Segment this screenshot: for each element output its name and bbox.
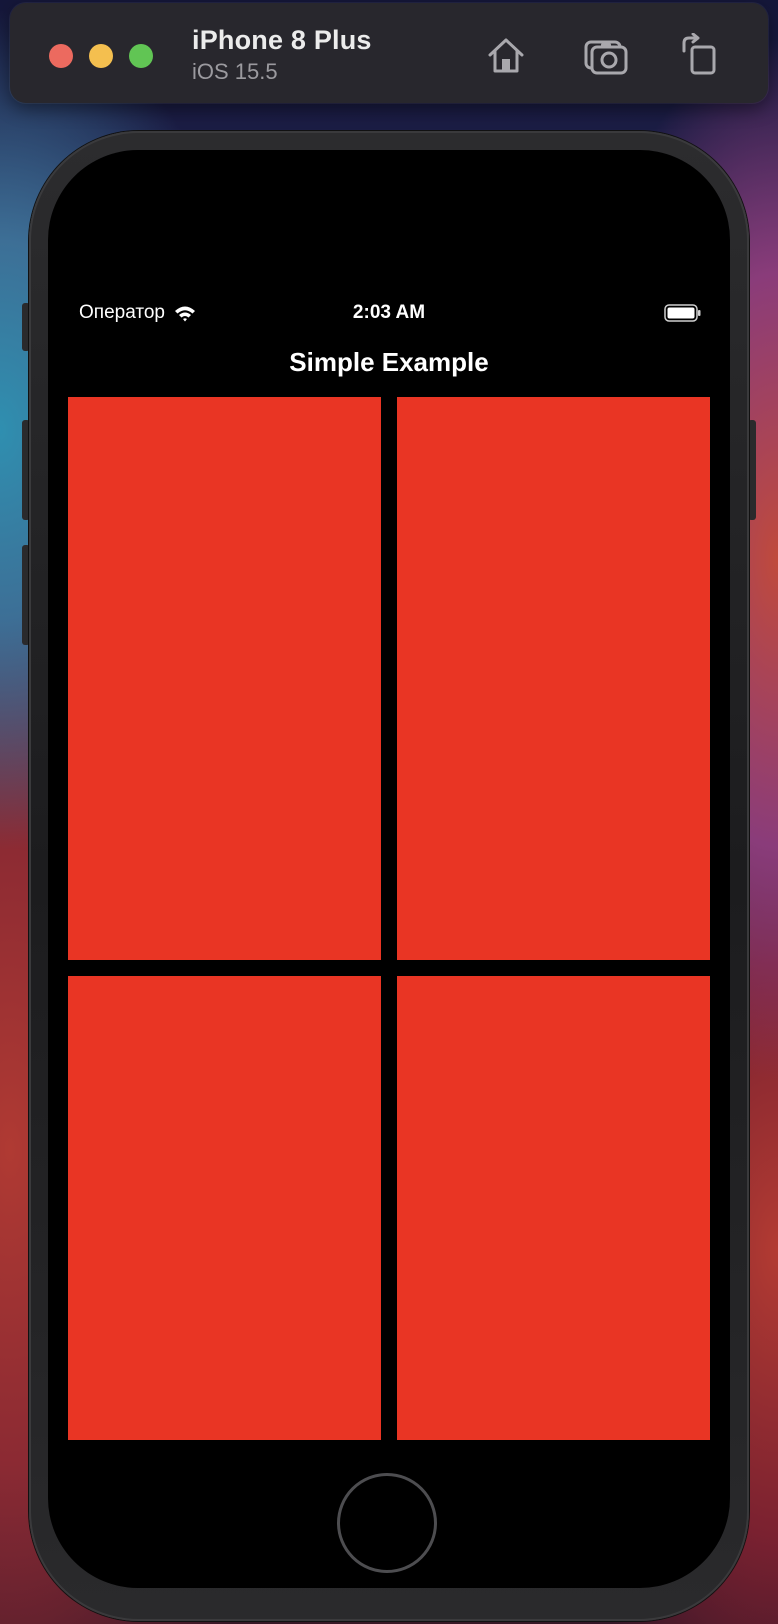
minimize-window-button[interactable] [89, 44, 113, 68]
screenshot-button[interactable] [582, 31, 630, 79]
close-window-button[interactable] [49, 44, 73, 68]
battery-icon [664, 304, 701, 322]
grid-tile-top-right[interactable] [397, 397, 710, 960]
os-version: iOS 15.5 [192, 59, 278, 84]
simulator-titlebar: iPhone 8 Plus iOS 15.5 [10, 3, 768, 103]
rotate-button[interactable] [675, 31, 723, 79]
power-button [748, 420, 756, 520]
navigation-title: Simple Example [289, 347, 489, 377]
tile-grid [68, 397, 710, 1440]
grid-tile-top-left[interactable] [68, 397, 381, 960]
status-bar-time: 2:03 AM [352, 302, 426, 323]
zoom-window-button[interactable] [129, 44, 153, 68]
home-icon [488, 38, 524, 73]
grid-tile-bottom-left[interactable] [68, 976, 381, 1440]
rotate-icon [682, 33, 716, 75]
grid-tile-bottom-right[interactable] [397, 976, 710, 1440]
home-button-toolbar[interactable] [482, 31, 530, 79]
iphone-home-button[interactable] [337, 1473, 437, 1573]
device-name: iPhone 8 Plus [192, 25, 372, 55]
camera-icon [584, 40, 628, 75]
